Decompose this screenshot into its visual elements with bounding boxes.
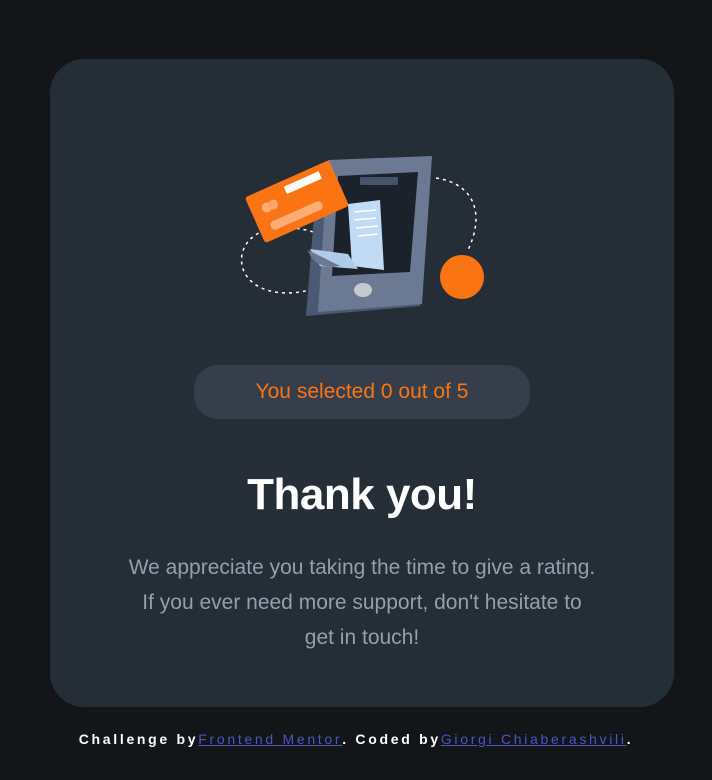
- phone-payment-illustration-icon: [240, 154, 490, 320]
- attribution-footer: Challenge byFrontend Mentor. Coded byGio…: [0, 731, 712, 747]
- author-link[interactable]: Giorgi Chiaberashvili: [441, 731, 627, 747]
- rating-selected-badge: You selected 0 out of 5: [194, 365, 530, 419]
- challenge-label: Challenge by: [78, 731, 199, 747]
- frontend-mentor-link[interactable]: Frontend Mentor: [198, 731, 342, 747]
- coded-by-label: . Coded by: [342, 731, 441, 747]
- thank-you-heading: Thank you!: [247, 470, 477, 519]
- footer-period: .: [626, 731, 634, 747]
- thank-you-message: We appreciate you taking the time to giv…: [128, 556, 596, 649]
